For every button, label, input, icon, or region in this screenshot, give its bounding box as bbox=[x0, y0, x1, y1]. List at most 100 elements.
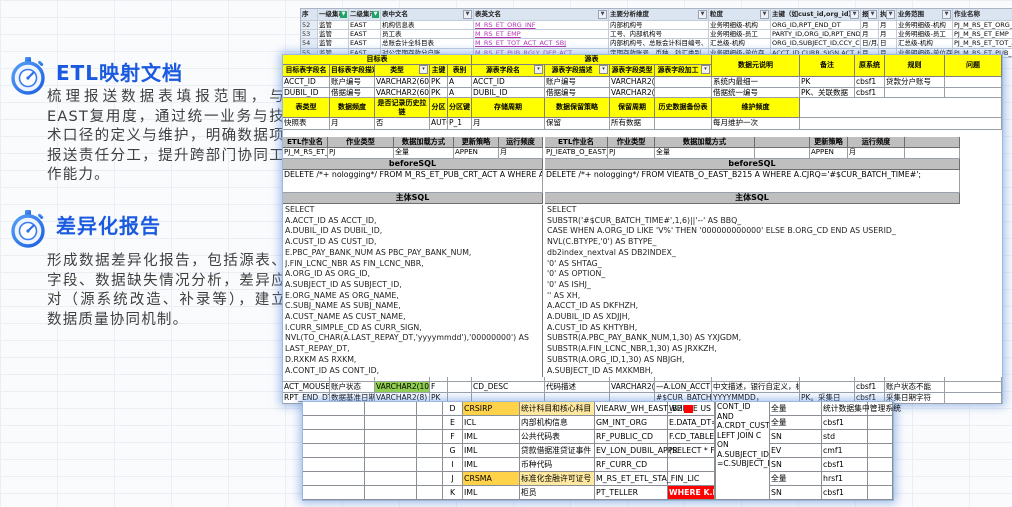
cell[interactable] bbox=[868, 416, 893, 430]
cell[interactable]: PJ_M_RS_ET_EMP bbox=[953, 30, 1012, 39]
cell[interactable]: 借据统一编号 bbox=[712, 88, 800, 98]
cell[interactable]: 业务明细级-机构 bbox=[897, 21, 953, 30]
cell[interactable]: ETL作业名 bbox=[545, 137, 608, 148]
cell[interactable]: APPEN bbox=[454, 148, 499, 159]
column-header[interactable]: 问题 bbox=[945, 55, 1002, 77]
column-header[interactable]: 主键（如cust_id,org_id）▼ bbox=[771, 9, 861, 21]
cell[interactable]: 所有数据 bbox=[610, 118, 655, 130]
cell[interactable]: 月 bbox=[330, 118, 375, 130]
cell[interactable] bbox=[365, 458, 417, 472]
cell[interactable]: 否 bbox=[375, 118, 430, 130]
cell[interactable] bbox=[868, 472, 893, 486]
table-en-name[interactable]: RF_CURR_CD bbox=[595, 458, 668, 472]
column-header[interactable]: 数据保留策略 bbox=[545, 98, 610, 118]
row-key[interactable]: D bbox=[443, 402, 463, 416]
cell[interactable] bbox=[303, 444, 365, 458]
cell[interactable]: 每月维护一次 bbox=[712, 118, 800, 130]
table-cn-name[interactable]: 币种代码 bbox=[520, 458, 595, 472]
before-sql-left[interactable]: DELETE /*+ nologging*/ FROM M_RS_ET_PUB_… bbox=[283, 170, 543, 193]
cell[interactable]: 汇总级-机构 bbox=[897, 39, 953, 48]
cell[interactable]: VARCHAR2(60) bbox=[610, 88, 655, 98]
cell[interactable]: 月 bbox=[848, 148, 905, 159]
cell[interactable]: 业务明细级-员工 bbox=[897, 30, 953, 39]
column-header[interactable]: 存储周期 bbox=[472, 98, 545, 118]
cell[interactable]: 内部机构号 bbox=[609, 21, 709, 30]
dropdown-icon[interactable]: ▾ bbox=[534, 65, 543, 74]
sql-body-right[interactable]: SELECT SUBSTR('#$CUR_BATCH_TIME#',1,6)||… bbox=[547, 205, 959, 377]
table-en-name[interactable]: VIEARW_WH_EAST_B2 bbox=[595, 402, 668, 416]
source-system-code[interactable]: CRSMA bbox=[463, 472, 520, 486]
cell[interactable]: 代码描述 bbox=[545, 382, 610, 393]
cell[interactable]: 月 bbox=[879, 21, 897, 30]
column-header[interactable]: 数据元说明 bbox=[712, 55, 800, 77]
cell[interactable]: ACT_MOUSE_STS bbox=[283, 382, 330, 393]
column-header[interactable]: 是否记录历史拉链 bbox=[375, 98, 430, 118]
load-frequency[interactable]: SN bbox=[770, 486, 822, 500]
cell[interactable] bbox=[303, 458, 365, 472]
dropdown-icon[interactable]: ▾ bbox=[599, 65, 608, 74]
cell[interactable]: 监管 bbox=[318, 39, 349, 48]
table-cn-name[interactable]: 统计科目和核心科目 bbox=[520, 402, 595, 416]
sql-body-left[interactable]: SELECT A.ACCT_ID AS ACCT_ID, A.DUBIL_ID … bbox=[285, 205, 543, 377]
cell[interactable]: 数据加载方式 bbox=[655, 137, 755, 148]
origin-system[interactable]: cbsf1 bbox=[822, 458, 868, 472]
cell[interactable]: 日/月/年 bbox=[861, 39, 879, 48]
cell[interactable]: F bbox=[430, 382, 448, 393]
row-number[interactable]: 52 bbox=[301, 21, 318, 30]
cell[interactable] bbox=[905, 137, 960, 148]
cell[interactable]: 账户状态不能 bbox=[885, 382, 945, 393]
cell[interactable]: 月 bbox=[472, 118, 545, 130]
cell[interactable] bbox=[417, 444, 443, 458]
cell[interactable]: 月 bbox=[861, 21, 879, 30]
cell[interactable] bbox=[365, 444, 417, 458]
cell[interactable]: 业务明细级-员工 bbox=[709, 30, 771, 39]
cell[interactable] bbox=[905, 148, 960, 159]
cell[interactable] bbox=[417, 430, 443, 444]
cell[interactable] bbox=[303, 430, 365, 444]
column-header[interactable]: 规则 bbox=[885, 55, 945, 77]
load-frequency[interactable]: 全量 bbox=[770, 472, 822, 486]
cell[interactable]: 内部机构号、总账会计科目编号、币种 bbox=[609, 39, 709, 48]
cell[interactable]: CD_DESC bbox=[472, 382, 545, 393]
cell[interactable]: 业务明细级-机构 bbox=[709, 21, 771, 30]
cell[interactable] bbox=[417, 472, 443, 486]
column-header[interactable]: 主要分析维度▼ bbox=[609, 9, 709, 21]
cell[interactable]: PJ bbox=[608, 148, 655, 159]
cell[interactable]: PJ_M_RS_ET_TOT_ACT_ACT_S bbox=[953, 39, 1012, 48]
cell[interactable] bbox=[417, 416, 443, 430]
cell[interactable] bbox=[417, 402, 443, 416]
load-frequency[interactable]: EV bbox=[770, 444, 822, 458]
table-name-link[interactable]: M_RS_ET_EMP bbox=[474, 30, 609, 39]
filter-condition[interactable]: E.DATA_DT=T bbox=[668, 416, 715, 430]
cell[interactable]: 采集日期字符 bbox=[885, 393, 945, 404]
cell[interactable]: 监管 bbox=[318, 21, 349, 30]
cell[interactable] bbox=[303, 402, 365, 416]
column-header[interactable]: 维护频度 bbox=[712, 98, 800, 118]
cell[interactable]: VARCHAR2(60) bbox=[610, 77, 655, 88]
cell[interactable]: PK bbox=[430, 88, 448, 98]
column-header[interactable]: 执行▼ bbox=[879, 9, 897, 21]
column-header[interactable]: 报表▼ bbox=[861, 9, 879, 21]
cell[interactable]: ORG_ID,SUBJECT_ID,CCY_CD,ACT_DT bbox=[771, 39, 861, 48]
cell[interactable]: 全量 bbox=[394, 148, 454, 159]
cell[interactable]: DUBIL_ID bbox=[283, 88, 330, 98]
column-header[interactable]: 备注 bbox=[800, 55, 855, 77]
cell[interactable]: 月 bbox=[499, 148, 543, 159]
column-header[interactable]: 目标表字段名▾ bbox=[283, 65, 330, 77]
cell[interactable] bbox=[868, 430, 893, 444]
origin-system[interactable]: cbsf1 bbox=[822, 486, 868, 500]
table-en-name[interactable]: EV_LON_DUBIL_APPR bbox=[595, 444, 668, 458]
source-system-code[interactable]: IML bbox=[463, 444, 520, 458]
cell[interactable] bbox=[303, 472, 365, 486]
origin-system[interactable]: hrsf1 bbox=[822, 472, 868, 486]
cell[interactable]: 全量 bbox=[655, 148, 755, 159]
cell[interactable] bbox=[945, 382, 1002, 393]
table-en-name[interactable]: GM_INT_ORG bbox=[595, 416, 668, 430]
row-key[interactable]: I bbox=[443, 458, 463, 472]
cell[interactable] bbox=[945, 393, 1002, 404]
filter-condition[interactable]: F.CD_TABLE_ bbox=[668, 430, 715, 444]
cell[interactable]: 机构信息表 bbox=[381, 21, 474, 30]
filter-icon[interactable]: ▼ bbox=[340, 11, 347, 18]
cell[interactable]: PJ_M_RS_ET_PU bbox=[283, 148, 328, 159]
cell[interactable] bbox=[303, 416, 365, 430]
